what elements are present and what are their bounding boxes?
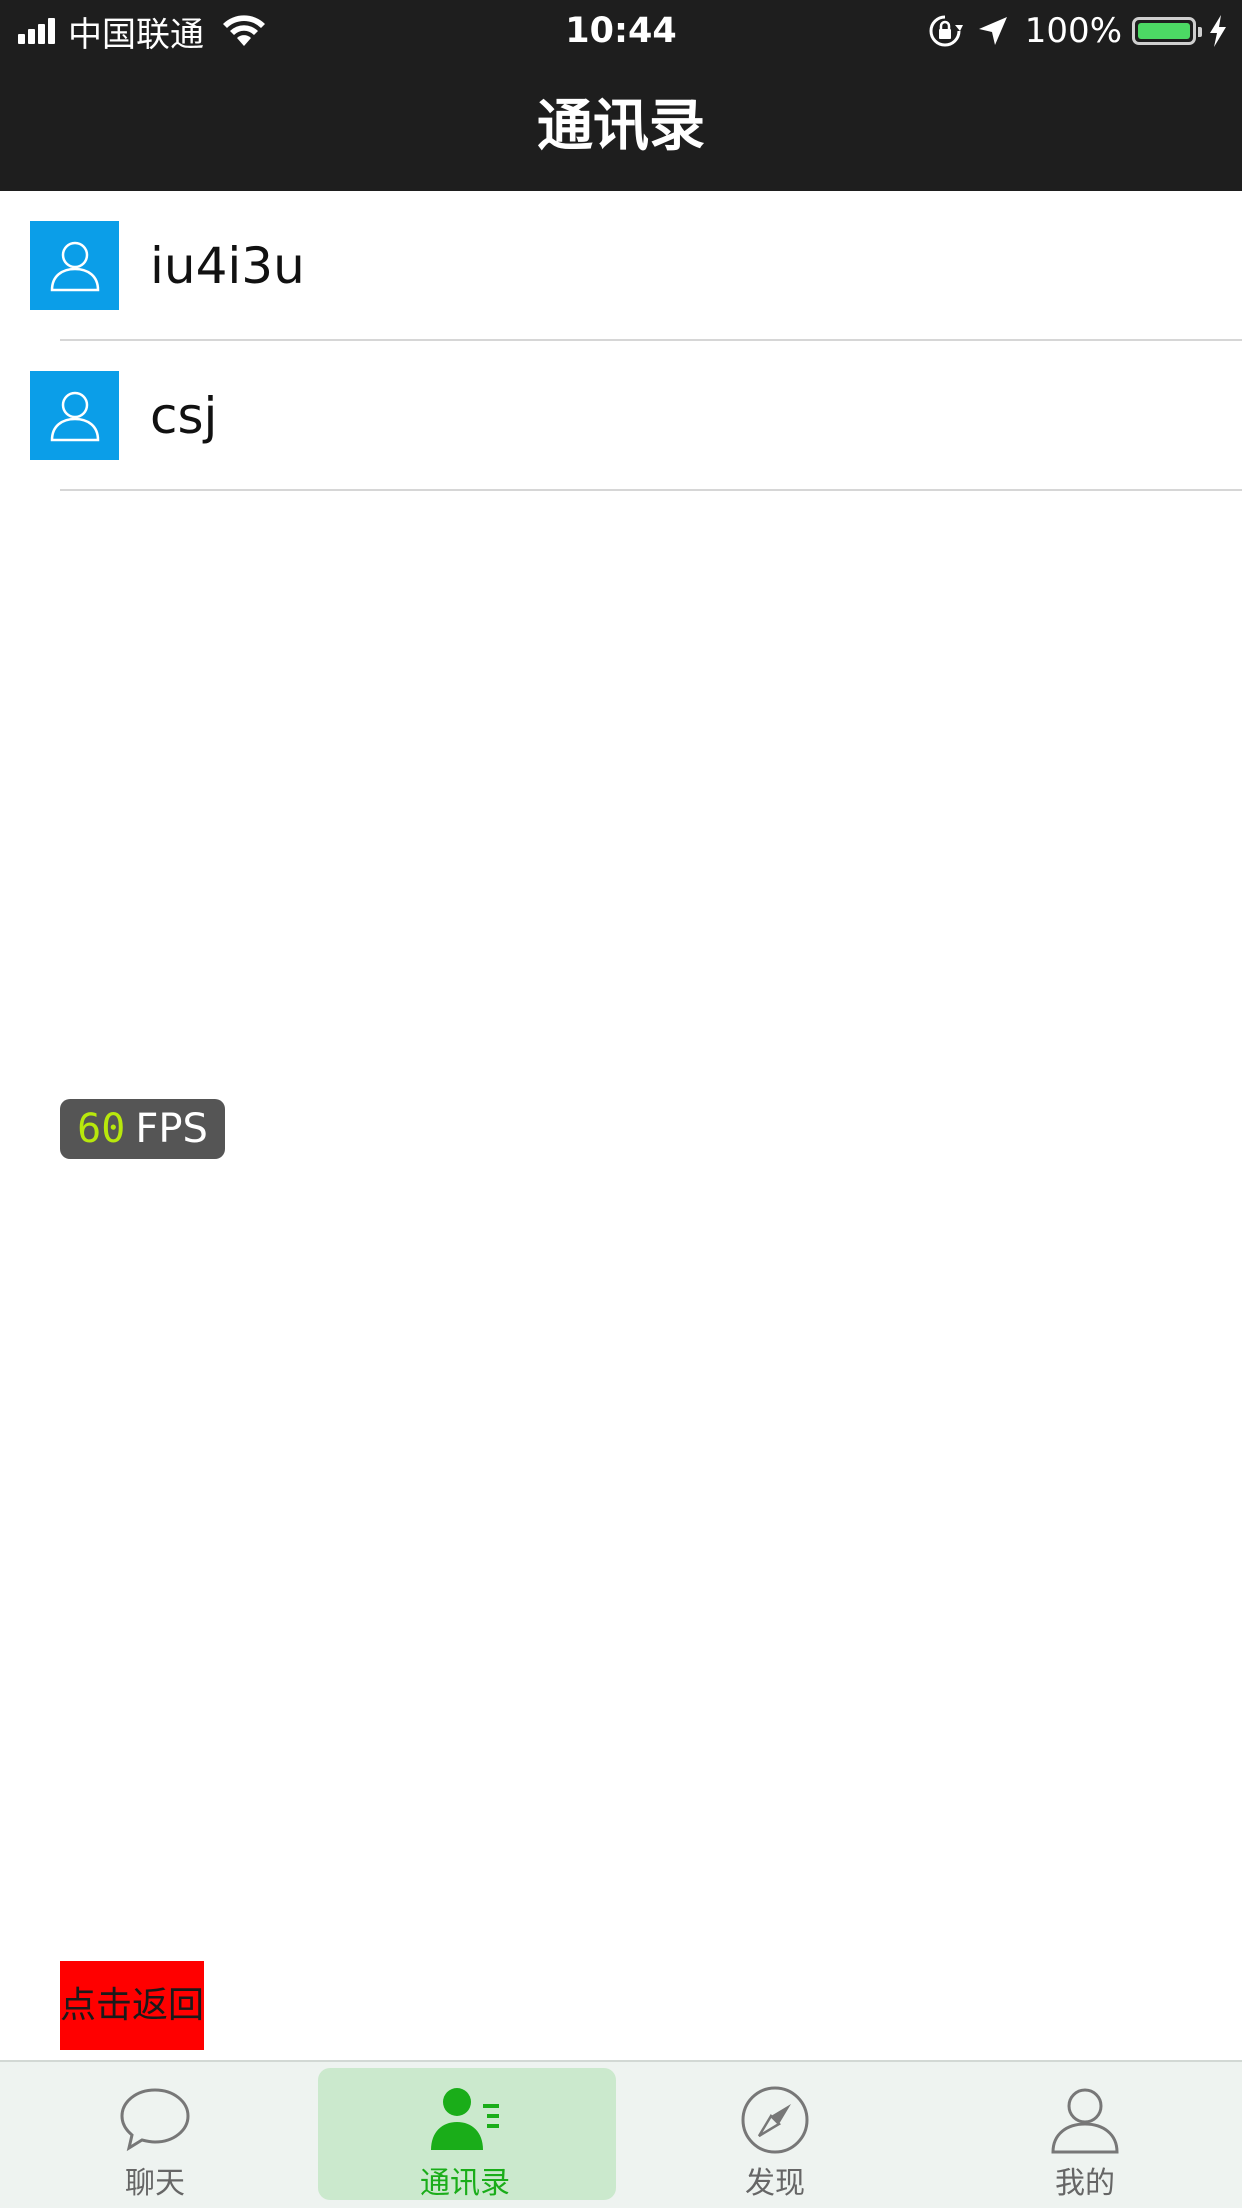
- tab-label: 我的: [1055, 2166, 1115, 2201]
- fps-value: 60: [77, 1106, 126, 1152]
- fps-counter-badge: 60 FPS: [60, 1099, 225, 1159]
- charging-bolt-icon: [1210, 15, 1226, 47]
- avatar: [30, 221, 119, 310]
- tab-bar: 聊天 通讯录 发现 我的: [0, 2060, 1242, 2208]
- location-arrow-icon: [978, 17, 1007, 45]
- avatar: [30, 371, 119, 460]
- navigation-bar: 通讯录: [0, 62, 1242, 191]
- page-title: 通讯录: [537, 94, 705, 159]
- contacts-icon: [431, 2088, 499, 2150]
- status-bar: 中国联通 10:44 100%: [0, 0, 1242, 62]
- contact-row[interactable]: csj: [0, 341, 1242, 491]
- tab-discover[interactable]: 发现: [620, 2062, 930, 2208]
- tab-label: 通讯录: [420, 2166, 510, 2201]
- compass-icon: [741, 2086, 809, 2154]
- contact-row[interactable]: iu4i3u: [0, 191, 1242, 341]
- contact-name: iu4i3u: [150, 237, 305, 295]
- back-button[interactable]: 点击返回: [60, 1961, 204, 2050]
- contact-name: csj: [150, 387, 218, 445]
- battery-percentage: 100%: [1024, 11, 1122, 51]
- person-icon: [1051, 2088, 1119, 2154]
- tab-label: 发现: [745, 2166, 805, 2201]
- row-divider: [60, 489, 1242, 491]
- person-avatar-icon: [50, 241, 99, 291]
- status-bar-right: 100%: [927, 8, 1228, 54]
- person-avatar-icon: [50, 391, 99, 441]
- tab-chat[interactable]: 聊天: [0, 2062, 310, 2208]
- rotation-lock-icon: [929, 15, 963, 47]
- tab-contacts[interactable]: 通讯录: [310, 2062, 620, 2208]
- chat-bubble-icon: [120, 2088, 190, 2152]
- contacts-screen: 中国联通 10:44 100% 通讯录 iu4i3u csj 60 FPS 点击…: [0, 0, 1242, 2208]
- tab-me[interactable]: 我的: [930, 2062, 1240, 2208]
- tab-label: 聊天: [125, 2166, 185, 2201]
- fps-label: FPS: [135, 1106, 208, 1152]
- battery-icon: [1132, 17, 1202, 45]
